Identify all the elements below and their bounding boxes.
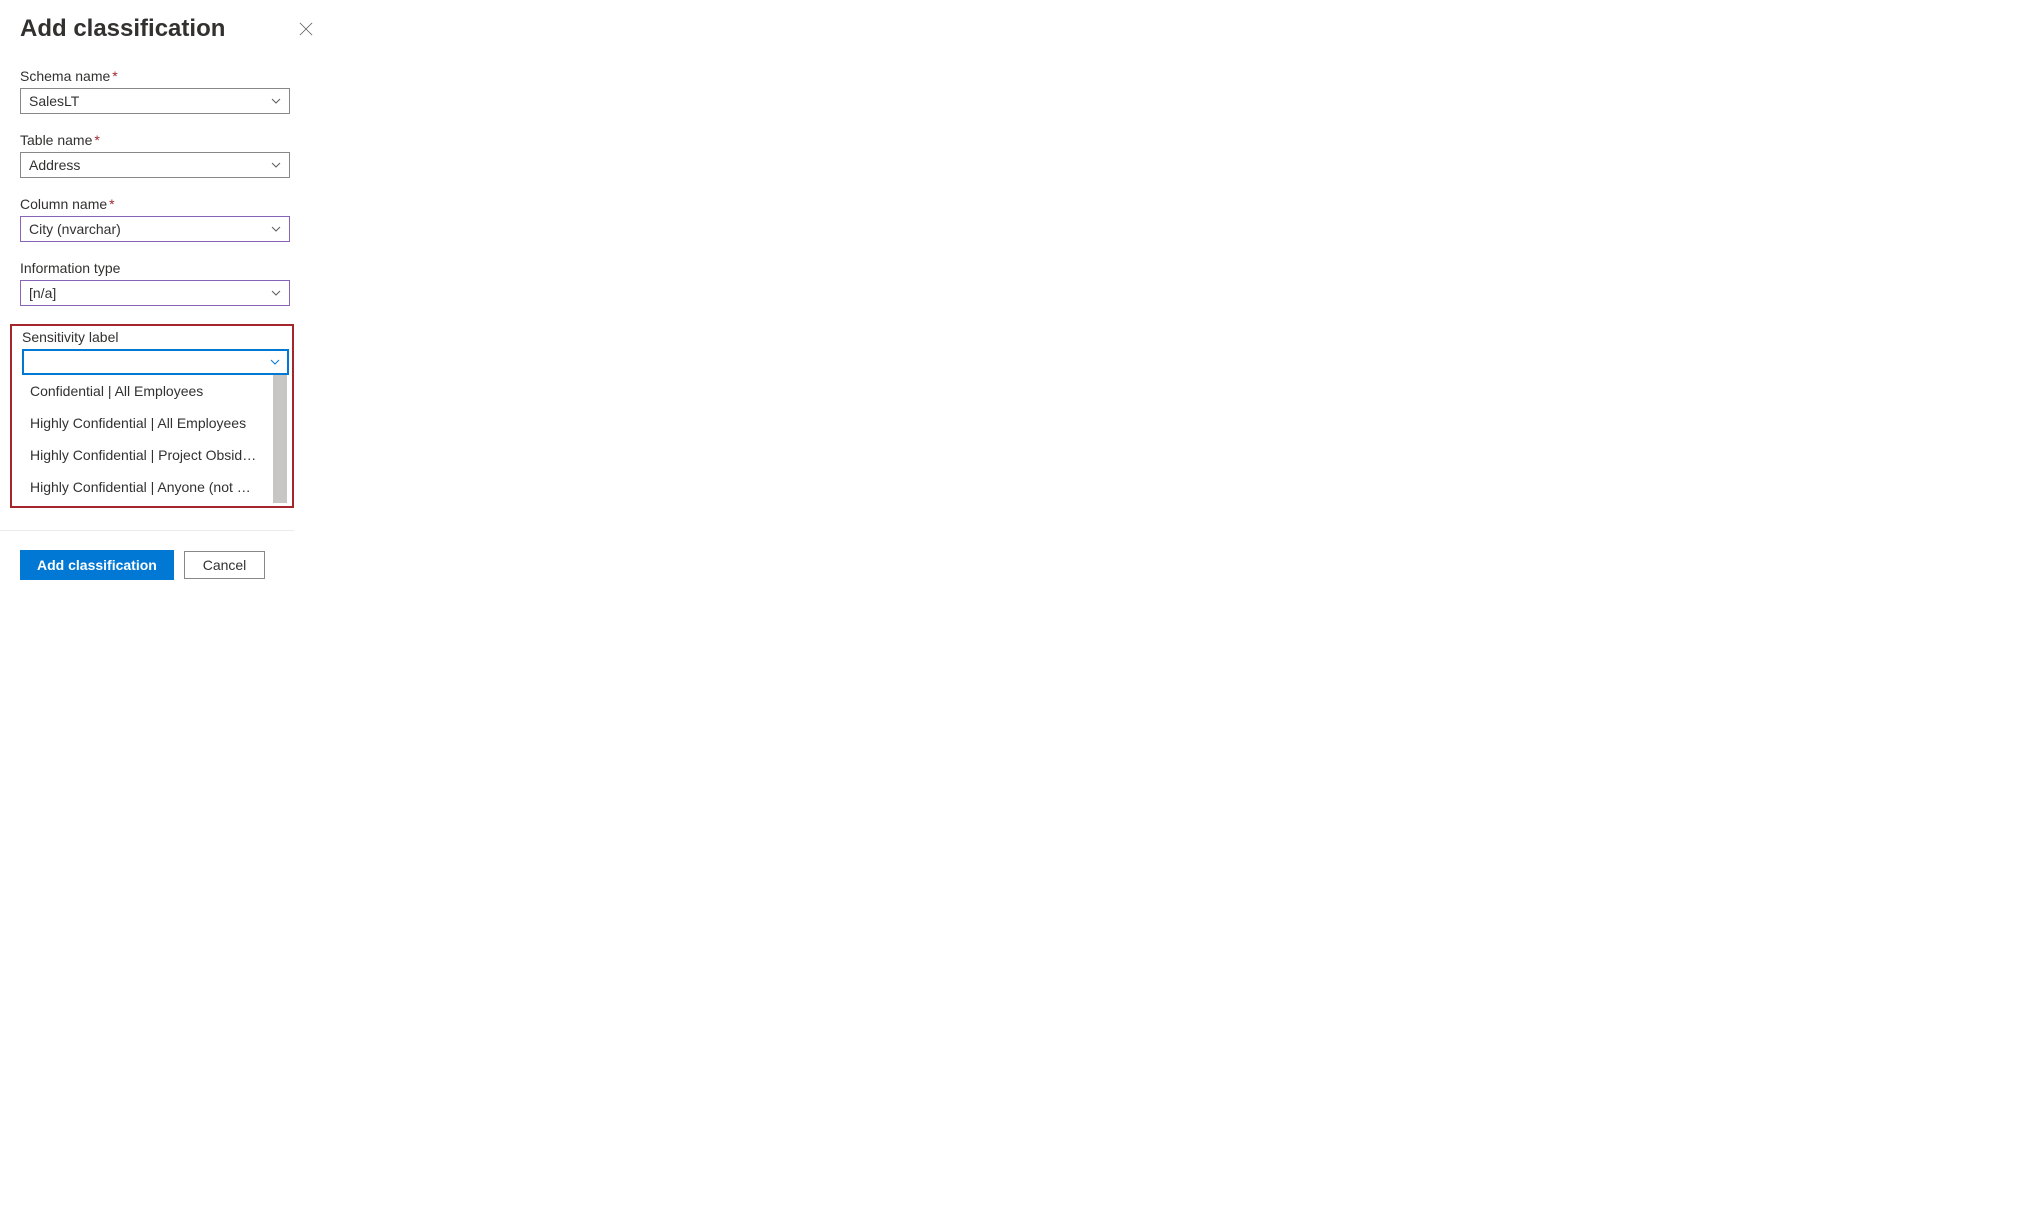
table-name-label-text: Table name (20, 132, 92, 148)
panel-header: Add classification (20, 10, 314, 43)
information-type-label: Information type (20, 260, 314, 276)
sensitivity-label-select[interactable] (22, 349, 289, 375)
dropdown-scrollbar[interactable] (273, 375, 287, 503)
schema-name-select-wrapper: SalesLT (20, 88, 290, 114)
required-indicator: * (112, 68, 117, 84)
add-classification-panel: Add classification Schema name* SalesLT … (20, 10, 314, 580)
dropdown-option[interactable]: Highly Confidential | Anyone (not prote.… (22, 471, 266, 503)
column-name-label: Column name* (20, 196, 314, 212)
sensitivity-label-highlight: Sensitivity label Confidential | All Emp… (10, 324, 294, 508)
schema-name-select[interactable]: SalesLT (20, 88, 290, 114)
dropdown-option[interactable]: Confidential | All Employees (22, 375, 266, 407)
column-name-label-text: Column name (20, 196, 107, 212)
add-classification-button[interactable]: Add classification (20, 550, 174, 580)
schema-name-group: Schema name* SalesLT (20, 68, 314, 114)
column-name-group: Column name* City (nvarchar) (20, 196, 314, 242)
table-name-label: Table name* (20, 132, 314, 148)
sensitivity-label-dropdown: Confidential | All Employees Highly Conf… (22, 375, 289, 503)
table-name-group: Table name* Address (20, 132, 314, 178)
table-name-select-wrapper: Address (20, 152, 290, 178)
dropdown-option[interactable]: Highly Confidential | Project Obsidian (22, 439, 266, 471)
sensitivity-label-label: Sensitivity label (15, 329, 289, 345)
column-name-select-wrapper: City (nvarchar) (20, 216, 290, 242)
sensitivity-label-select-wrapper (22, 349, 289, 375)
table-name-select[interactable]: Address (20, 152, 290, 178)
schema-name-label: Schema name* (20, 68, 314, 84)
information-type-select[interactable]: [n/a] (20, 280, 290, 306)
schema-name-label-text: Schema name (20, 68, 110, 84)
sensitivity-label-label-text: Sensitivity label (22, 329, 119, 345)
panel-title: Add classification (20, 15, 225, 43)
required-indicator: * (109, 196, 114, 212)
required-indicator: * (94, 132, 99, 148)
cancel-button[interactable]: Cancel (184, 551, 266, 579)
dropdown-option[interactable]: Highly Confidential | All Employees (22, 407, 266, 439)
close-icon[interactable] (298, 21, 314, 37)
information-type-group: Information type [n/a] (20, 260, 314, 306)
panel-footer: Add classification Cancel (20, 530, 314, 580)
information-type-label-text: Information type (20, 260, 120, 276)
column-name-select[interactable]: City (nvarchar) (20, 216, 290, 242)
information-type-select-wrapper: [n/a] (20, 280, 290, 306)
